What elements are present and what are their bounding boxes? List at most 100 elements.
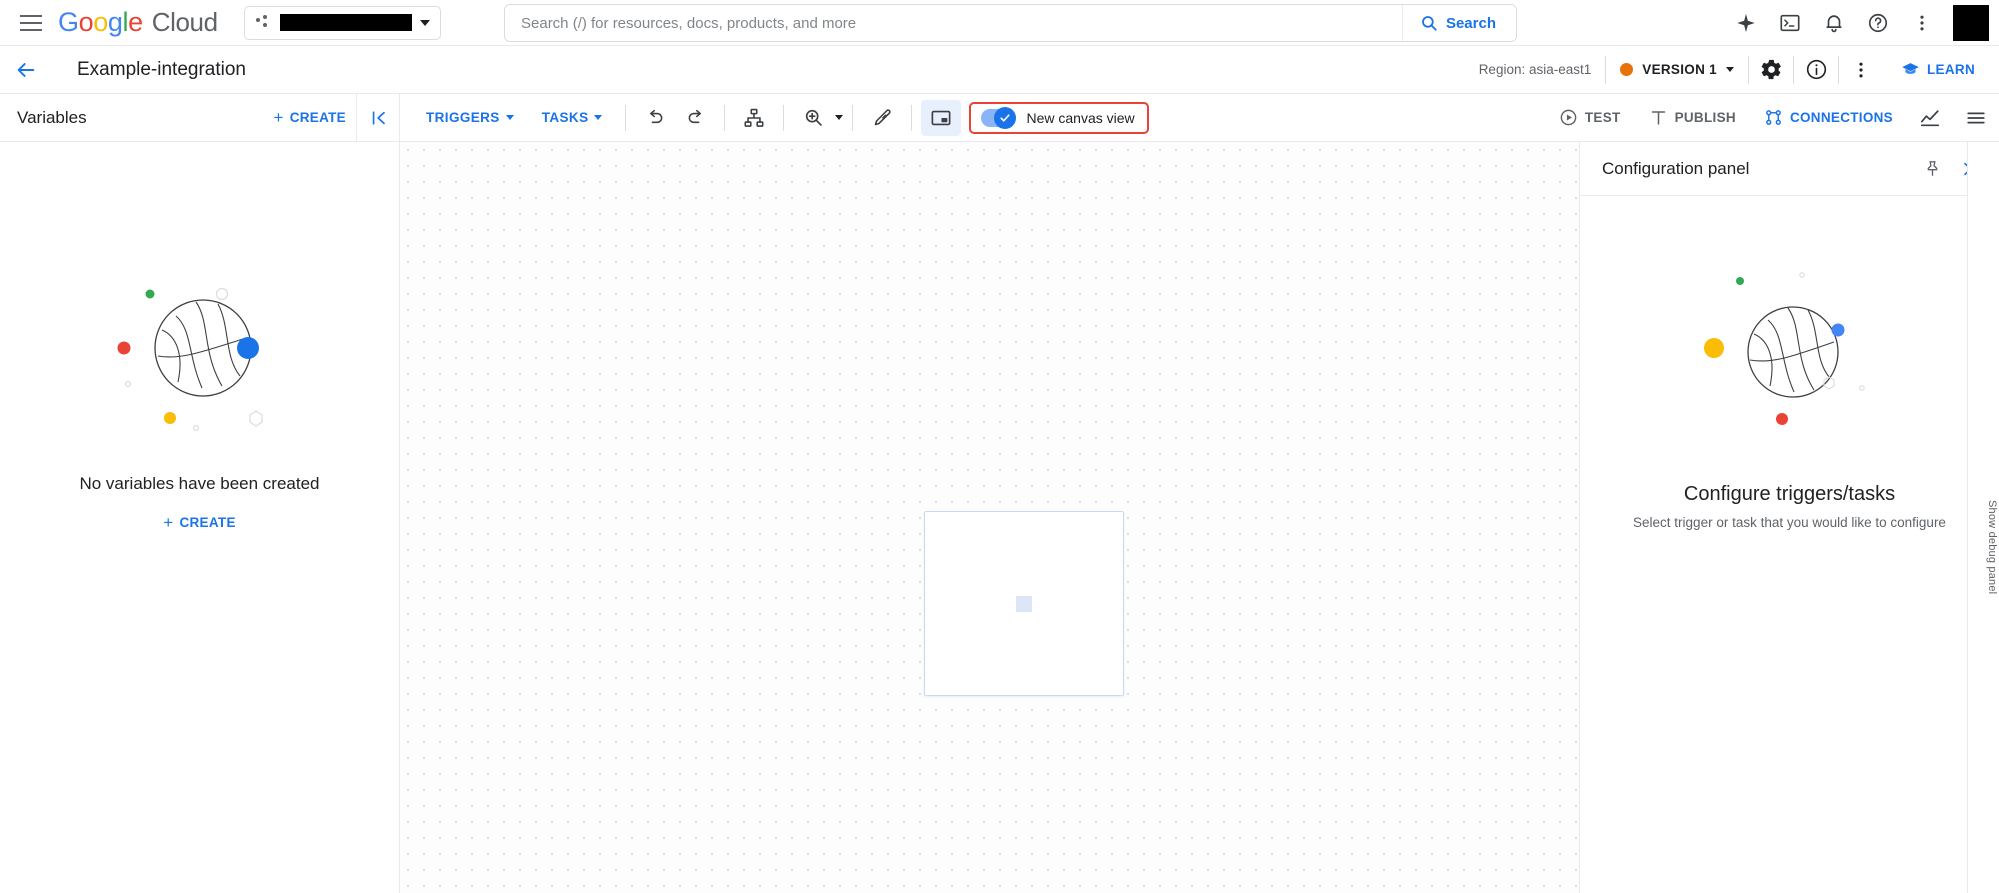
edit-path-button[interactable] — [862, 100, 902, 136]
triggers-label: TRIGGERS — [426, 110, 500, 125]
configuration-panel: Configuration panel Configure triggers/t… — [1579, 142, 1999, 893]
zoom-control[interactable] — [793, 100, 844, 136]
logo-letter-g2: g — [107, 7, 123, 37]
variables-empty-create-button[interactable]: + CREATE — [163, 514, 236, 531]
redo-icon — [688, 109, 701, 124]
connections-button[interactable]: CONNECTIONS — [1750, 108, 1907, 127]
publish-button[interactable]: PUBLISH — [1635, 108, 1750, 127]
notifications-bell-icon[interactable] — [1815, 4, 1853, 42]
search-button[interactable]: Search — [1401, 5, 1516, 41]
hamburger-line — [20, 28, 42, 31]
redo-button[interactable] — [675, 100, 715, 136]
header-more-button[interactable] — [1839, 60, 1883, 80]
zoom-in-icon — [805, 109, 822, 126]
plus-icon: + — [273, 108, 284, 127]
test-label: TEST — [1584, 110, 1621, 125]
canvas-node-placeholder — [1016, 595, 1032, 612]
hamburger-line — [20, 14, 42, 17]
terminal-glyph — [1780, 14, 1800, 31]
tasks-menu[interactable]: TASKS — [528, 101, 617, 135]
canvas-node-card[interactable] — [924, 511, 1124, 696]
help-question-icon[interactable] — [1859, 4, 1897, 42]
chevron-down-icon — [419, 19, 430, 26]
divider — [852, 104, 854, 131]
canvas-toolbar-right: TEST PUBLISH CONNECTIONS — [1545, 94, 1999, 141]
canvas-toolbar: TRIGGERS TASKS New canvas view TEST PUBL… — [400, 94, 1999, 141]
top-navigation-bar: Go o g l e Cloud Search — [0, 0, 1999, 46]
gear-icon — [1761, 59, 1781, 80]
more-vert-glyph — [1920, 15, 1924, 30]
search-button-label: Search — [1445, 14, 1496, 32]
main-content: No variables have been created + CREATE … — [0, 142, 1999, 893]
settings-button[interactable] — [1749, 58, 1793, 81]
page-header-actions: Region: asia-east1 VERSION 1 LEARN — [1479, 46, 1999, 93]
minimap-icon — [932, 110, 951, 125]
arrow-back-icon — [17, 62, 35, 77]
pin-icon — [1927, 161, 1937, 176]
analytics-button[interactable] — [1907, 107, 1953, 129]
question-glyph — [1868, 13, 1888, 32]
topbar-actions — [1727, 4, 1999, 42]
back-button[interactable] — [9, 53, 43, 87]
tasks-label: TASKS — [541, 110, 589, 125]
info-icon — [1806, 59, 1826, 80]
school-icon — [1902, 63, 1919, 74]
collapse-left-icon — [372, 110, 385, 125]
project-icon — [255, 14, 272, 31]
google-cloud-logo[interactable]: Go o g l e Cloud — [58, 7, 218, 38]
collapse-variables-panel-button[interactable] — [356, 94, 400, 141]
project-name-redacted — [279, 14, 412, 31]
more-vert-icon[interactable] — [1903, 4, 1941, 42]
list-menu-button[interactable] — [1953, 107, 1999, 129]
logo-word-cloud: Cloud — [151, 7, 218, 37]
list-menu-icon — [1967, 112, 1985, 123]
cloud-shell-icon[interactable] — [1771, 4, 1809, 42]
info-button[interactable] — [1794, 58, 1838, 81]
version-label: VERSION 1 — [1642, 62, 1717, 77]
pin-panel-button[interactable] — [1915, 152, 1949, 186]
analytics-icon — [1920, 109, 1940, 126]
zoom-in-button[interactable] — [793, 100, 833, 136]
auto-layout-icon — [744, 108, 764, 127]
logo-letter-o1: o — [78, 7, 94, 37]
undo-button[interactable] — [635, 100, 675, 136]
version-selector[interactable]: VERSION 1 — [1606, 62, 1748, 77]
edit-path-icon — [874, 109, 891, 126]
project-selector[interactable] — [243, 5, 441, 40]
global-search[interactable]: Search — [504, 4, 1517, 42]
page-title: Example-integration — [77, 58, 246, 80]
region-label: Region: asia-east1 — [1478, 62, 1592, 77]
new-canvas-view-toggle[interactable] — [981, 106, 1017, 129]
chevron-down-icon — [594, 115, 603, 120]
test-button[interactable]: TEST — [1545, 108, 1635, 127]
variables-panel: No variables have been created + CREATE — [0, 142, 400, 893]
variables-toolbar: Variables + CREATE — [0, 94, 400, 141]
logo-letter-g: G — [58, 7, 79, 37]
gemini-sparkle-icon[interactable] — [1727, 4, 1765, 42]
search-input[interactable] — [505, 5, 1402, 41]
configuration-panel-header: Configuration panel — [1580, 142, 1999, 196]
variables-title: Variables — [17, 107, 87, 127]
configuration-empty-subtitle: Select trigger or task that you would li… — [1633, 515, 1946, 530]
version-status-dot — [1620, 63, 1634, 76]
divider — [911, 104, 913, 131]
integration-canvas[interactable] — [400, 142, 1579, 893]
divider — [783, 104, 785, 131]
configuration-empty-illustration — [1703, 272, 1865, 425]
new-canvas-view-label: New canvas view — [1026, 109, 1135, 126]
avatar[interactable] — [1953, 4, 1989, 41]
learn-button[interactable]: LEARN — [1883, 60, 1985, 79]
auto-layout-button[interactable] — [734, 100, 774, 136]
chevron-down-icon — [505, 115, 514, 120]
variables-create-button[interactable]: + CREATE — [273, 109, 356, 126]
logo-letter-o2: o — [93, 7, 108, 37]
show-debug-panel-label[interactable]: Show debug panel — [1986, 500, 1998, 594]
triggers-menu[interactable]: TRIGGERS — [412, 101, 528, 135]
main-menu-icon[interactable] — [16, 8, 46, 38]
minimap-button[interactable] — [921, 99, 962, 136]
divider — [724, 104, 726, 131]
connections-label: CONNECTIONS — [1789, 110, 1893, 125]
connections-icon — [1766, 110, 1781, 125]
variables-create-label: CREATE — [289, 110, 346, 125]
page-header: Example-integration Region: asia-east1 V… — [0, 46, 1999, 94]
